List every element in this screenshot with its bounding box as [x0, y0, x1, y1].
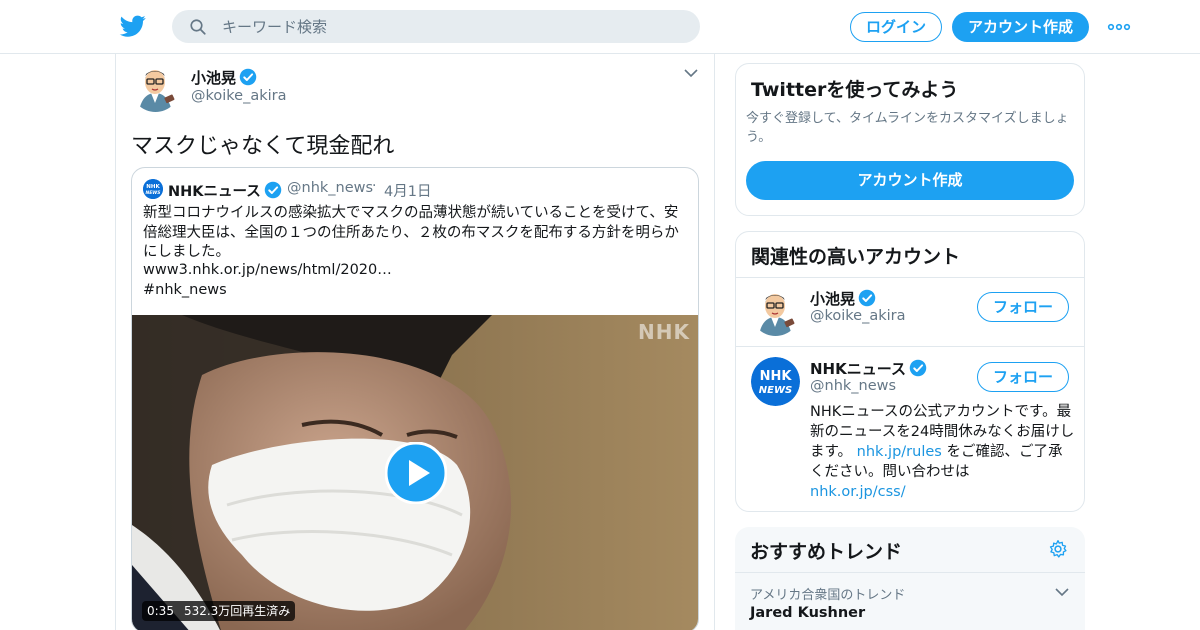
author-handle[interactable]: @koike_akira	[191, 88, 287, 104]
quoted-date: 4月1日	[384, 184, 432, 200]
svg-text:NEWS: NEWS	[145, 190, 160, 196]
trend-meta: アメリカ合衆国のトレンド	[750, 588, 906, 603]
verified-badge-icon	[909, 359, 927, 377]
related-avatar-koike[interactable]	[751, 287, 800, 336]
chevron-down-icon[interactable]	[684, 68, 698, 78]
author-name[interactable]: 小池晃	[191, 67, 257, 88]
author-avatar[interactable]	[131, 63, 180, 112]
video-views: 532.3万回再生済み	[183, 604, 291, 618]
quoted-text: 新型コロナウイルスの感染拡大でマスクの品薄状態が続いていることを受けて、安倍総理…	[143, 205, 679, 260]
related-handle-nhk: @nhk_news	[810, 378, 897, 394]
divider	[735, 572, 1085, 573]
play-button-icon[interactable]	[385, 442, 447, 504]
signup-card: Twitterを使ってみよう 今すぐ登録して、タイムラインをカスタマイズしましょ…	[735, 63, 1085, 216]
related-name-nhk[interactable]: NHKニュース	[810, 358, 927, 379]
bio-link-rules[interactable]: nhk.jp/rules	[857, 444, 942, 460]
cartoon-avatar-image	[751, 287, 800, 336]
chevron-down-icon[interactable]	[1055, 587, 1069, 597]
signup-card-subtitle: 今すぐ登録して、タイムラインをカスタマイズしましょう。	[746, 111, 1069, 145]
signup-card-title: Twitterを使ってみよう	[751, 79, 959, 101]
trend-name[interactable]: Jared Kushner	[750, 605, 865, 621]
gear-icon[interactable]	[1048, 539, 1068, 559]
related-accounts-title: 関連性の高いアカウント	[751, 246, 961, 268]
related-name-text[interactable]: 小池晃	[810, 290, 855, 308]
quoted-author-handle: @nhk_news	[287, 180, 374, 196]
related-handle-koike: @koike_akira	[810, 308, 906, 324]
nhk-watermark: NHK	[638, 320, 690, 344]
quoted-author-name: NHKニュース	[168, 180, 282, 201]
follow-button-koike[interactable]: フォロー	[977, 292, 1069, 322]
related-name-text[interactable]: NHKニュース	[810, 360, 906, 378]
quoted-author-name-text: NHKニュース	[168, 184, 261, 200]
verified-badge-icon	[239, 68, 257, 86]
search-box[interactable]	[172, 10, 700, 43]
video-duration: 0:35	[147, 604, 174, 618]
signup-button[interactable]: アカウント作成	[952, 12, 1089, 42]
tweet-text: マスクじゃなくて現金配れ	[131, 134, 395, 159]
svg-text:NHK: NHK	[760, 369, 793, 384]
verified-badge-icon	[858, 289, 876, 307]
related-accounts-card: 関連性の高いアカウント 小池晃 @koike_akira フォロー NHK NE…	[735, 231, 1085, 512]
search-icon	[190, 19, 206, 35]
svg-text:NHK: NHK	[146, 184, 160, 190]
trends-card: おすすめトレンド アメリカ合衆国のトレンド Jared Kushner	[735, 527, 1085, 630]
quoted-hashtag[interactable]: #nhk_news	[143, 282, 227, 298]
quoted-link[interactable]: www3.nhk.or.jp/news/html/2020…	[143, 262, 392, 278]
svg-text:NEWS: NEWS	[759, 385, 792, 396]
twitter-bird-icon[interactable]	[119, 13, 147, 39]
trends-title: おすすめトレンド	[750, 541, 903, 563]
verified-badge-icon	[264, 181, 282, 199]
divider	[736, 277, 1084, 278]
tweet-column: 小池晃 @koike_akira マスクじゃなくて現金配れ NHK NEWS N…	[115, 54, 715, 630]
search-input[interactable]	[222, 10, 682, 43]
quoted-tweet[interactable]: NHK NEWS NHKニュース @nhk_news · 4月1日 新型コロナウ…	[131, 167, 699, 630]
divider	[736, 346, 1084, 347]
author-name-text[interactable]: 小池晃	[191, 69, 236, 87]
top-navigation-bar: ログイン アカウント作成	[0, 0, 1200, 54]
video-stats-badge: 0:35 532.3万回再生済み	[142, 601, 296, 621]
related-name-koike[interactable]: 小池晃	[810, 288, 876, 309]
signup-card-button[interactable]: アカウント作成	[746, 161, 1074, 200]
more-dots-icon[interactable]	[1107, 22, 1131, 32]
cartoon-avatar-image	[131, 63, 180, 112]
follow-button-nhk[interactable]: フォロー	[977, 362, 1069, 392]
related-avatar-nhk[interactable]: NHK NEWS	[751, 357, 800, 406]
bio-link-css[interactable]: nhk.or.jp/css/	[810, 484, 906, 500]
login-button[interactable]: ログイン	[850, 12, 942, 42]
related-bio-nhk: NHKニュースの公式アカウントです。最新のニュースを24時間休みなくお届けします…	[810, 402, 1076, 502]
separator-dot: ·	[372, 178, 377, 194]
nhk-news-avatar: NHK NEWS	[143, 179, 163, 199]
video-player[interactable]: NHK 0:35 532.3万回再生済み	[132, 315, 698, 630]
